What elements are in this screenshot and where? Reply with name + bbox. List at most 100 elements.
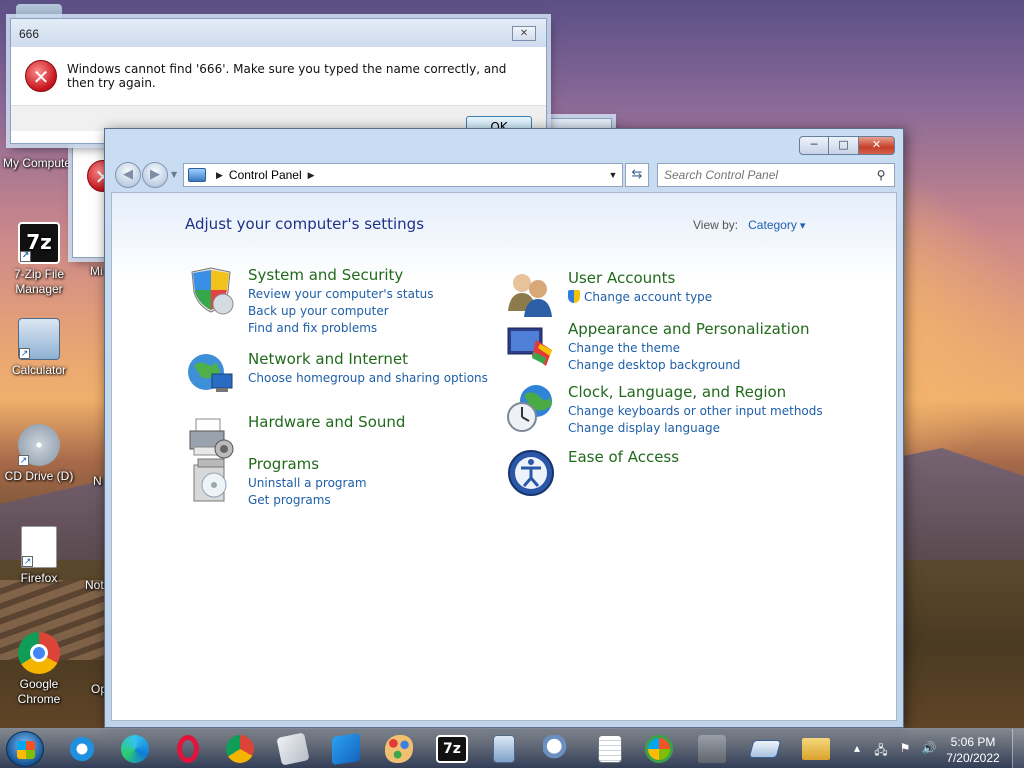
taskbar-edge[interactable] — [117, 733, 153, 765]
view-by-dropdown[interactable]: Category — [748, 218, 805, 232]
category-link[interactable]: Change display language — [568, 420, 823, 437]
search-input[interactable] — [658, 168, 872, 182]
taskbar-network-diag[interactable] — [539, 733, 575, 765]
back-button[interactable]: ◀ — [115, 162, 141, 188]
programs-icon[interactable] — [186, 455, 236, 505]
category-title[interactable]: Network and Internet — [248, 350, 488, 369]
taskbar-calculator[interactable] — [486, 733, 522, 765]
dialog-close-button[interactable]: ✕ — [512, 26, 536, 41]
refresh-button[interactable]: ⇆ — [625, 163, 649, 187]
category-link[interactable]: Back up your computer — [248, 303, 434, 320]
recent-pages-dropdown-icon[interactable]: ▼ — [171, 170, 177, 179]
breadcrumb-arrow-icon[interactable]: ▶ — [216, 170, 223, 181]
taskbar-media[interactable] — [747, 733, 783, 765]
system-tray: ▴ 🖧 ⚑ 🔊 — [848, 729, 938, 768]
calculator-icon — [493, 735, 515, 763]
desktop-icon-7zip[interactable]: 7z ↗ 7-Zip File Manager — [0, 222, 78, 297]
desktop-icon-partial[interactable]: Not — [76, 578, 106, 593]
network-tray-icon[interactable]: 🖧 — [872, 741, 890, 757]
start-button[interactable] — [6, 731, 44, 767]
desktop-icon-partial[interactable]: Mi — [76, 264, 106, 279]
error-icon: ✕ — [25, 60, 57, 92]
7zip-icon: 7z — [436, 735, 468, 763]
taskbar-paint[interactable] — [381, 733, 417, 765]
category-title[interactable]: Appearance and Personalization — [568, 320, 810, 339]
control-panel-window: ─ □ ✕ ◀ ▶ ▼ ▶ Control Panel ▶ ▼ ⇆ ⚲ Adju… — [104, 128, 904, 728]
maximize-button[interactable]: □ — [829, 136, 859, 155]
desktop-icon-label: Google Chrome — [17, 677, 61, 706]
clock-globe-icon[interactable] — [506, 383, 556, 433]
notepad-icon — [598, 735, 622, 763]
window-controls: ─ □ ✕ — [799, 136, 895, 155]
chrome-icon — [226, 735, 254, 763]
explorer-icon — [802, 738, 830, 760]
taskbar-explorer[interactable] — [798, 733, 834, 765]
desktop-icon-google-chrome[interactable]: Google Chrome — [0, 632, 78, 707]
category-title[interactable]: Hardware and Sound — [248, 413, 405, 432]
taskbar-chrome[interactable] — [222, 733, 258, 765]
desktop-icon-partial[interactable]: Op — [76, 682, 107, 697]
desktop-icon-label: My Computer — [2, 156, 76, 170]
appearance-icon[interactable] — [506, 320, 556, 370]
error-message: Windows cannot find '666'. Make sure you… — [67, 62, 507, 90]
category-link[interactable]: Review your computer's status — [248, 286, 434, 303]
category-title[interactable]: Programs — [248, 455, 367, 474]
taskbar-7zip[interactable]: 7z — [434, 733, 470, 765]
category-title[interactable]: System and Security — [248, 266, 434, 285]
desktop-icon-label: 7-Zip File Manager — [13, 267, 64, 296]
desktop-icon-cd-drive[interactable]: ↗ CD Drive (D) — [0, 424, 78, 484]
network-icon[interactable] — [186, 350, 236, 400]
category-link[interactable]: Change account type — [568, 289, 712, 306]
taskbar-store[interactable] — [328, 733, 364, 765]
category-link[interactable]: Change the theme — [568, 340, 810, 357]
taskbar-notepad[interactable] — [592, 733, 628, 765]
category-link[interactable]: Choose homegroup and sharing options — [248, 370, 488, 387]
show-desktop-button[interactable] — [1012, 729, 1024, 768]
desktop-icon-firefox[interactable]: ↗ Firefox — [0, 526, 78, 586]
category-appearance: Appearance and Personalization Change th… — [506, 320, 810, 374]
address-dropdown-icon[interactable]: ▼ — [604, 170, 622, 180]
search-box[interactable]: ⚲ — [657, 163, 895, 187]
category-title[interactable]: Clock, Language, and Region — [568, 383, 823, 402]
search-icon[interactable]: ⚲ — [872, 168, 890, 182]
category-title[interactable]: Ease of Access — [568, 448, 679, 467]
windows-store-icon — [332, 733, 360, 765]
error-dialog: 666 ✕ ✕ Windows cannot find '666'. Make … — [10, 18, 547, 144]
taskbar-windows-update[interactable] — [641, 733, 677, 765]
breadcrumb-arrow-icon[interactable]: ▶ — [308, 170, 315, 181]
accessibility-icon[interactable] — [506, 448, 556, 498]
users-icon[interactable] — [506, 269, 556, 319]
desktop-icon-calculator[interactable]: ↗ Calculator — [0, 318, 78, 378]
taskbar-opera[interactable] — [170, 733, 206, 765]
dialog-title: 666 — [19, 27, 40, 41]
taskbar-internet-explorer[interactable] — [64, 733, 100, 765]
refresh-icon: ⇆ — [631, 167, 643, 182]
taskbar: 7z ▴ 🖧 ⚑ 🔊 5:06 PM 7/20/2022 — [0, 728, 1024, 768]
dialog-title-bar[interactable]: 666 ✕ — [11, 19, 546, 47]
desktop-icon-label: Firefox — [20, 571, 58, 585]
address-bar[interactable]: ▶ Control Panel ▶ ▼ — [183, 163, 623, 187]
control-panel-content: Adjust your computer's settings View by:… — [111, 192, 897, 721]
category-link[interactable]: Find and fix problems — [248, 320, 434, 337]
action-center-icon[interactable]: ⚑ — [896, 741, 914, 757]
shield-icon[interactable] — [186, 266, 236, 316]
firefox-icon: ↗ — [21, 526, 57, 568]
taskbar-security[interactable] — [694, 733, 730, 765]
generic-app-icon — [276, 732, 310, 766]
category-link[interactable]: Uninstall a program — [248, 475, 367, 492]
chrome-icon — [18, 632, 60, 674]
minimize-button[interactable]: ─ — [799, 136, 829, 155]
taskbar-generic-app[interactable] — [275, 732, 311, 766]
close-button[interactable]: ✕ — [859, 136, 895, 155]
forward-button[interactable]: ▶ — [142, 162, 168, 188]
category-title[interactable]: User Accounts — [568, 269, 712, 288]
category-link[interactable]: Change keyboards or other input methods — [568, 403, 823, 420]
view-by: View by: Category — [693, 218, 805, 232]
clock[interactable]: 5:06 PM 7/20/2022 — [935, 734, 1011, 766]
breadcrumb-control-panel[interactable]: Control Panel — [229, 168, 302, 182]
desktop-icon-partial[interactable]: N — [76, 474, 106, 489]
category-link[interactable]: Get programs — [248, 492, 367, 509]
category-link[interactable]: Change desktop background — [568, 357, 810, 374]
windows-update-icon — [645, 735, 673, 763]
show-hidden-icons-icon[interactable]: ▴ — [848, 741, 866, 757]
